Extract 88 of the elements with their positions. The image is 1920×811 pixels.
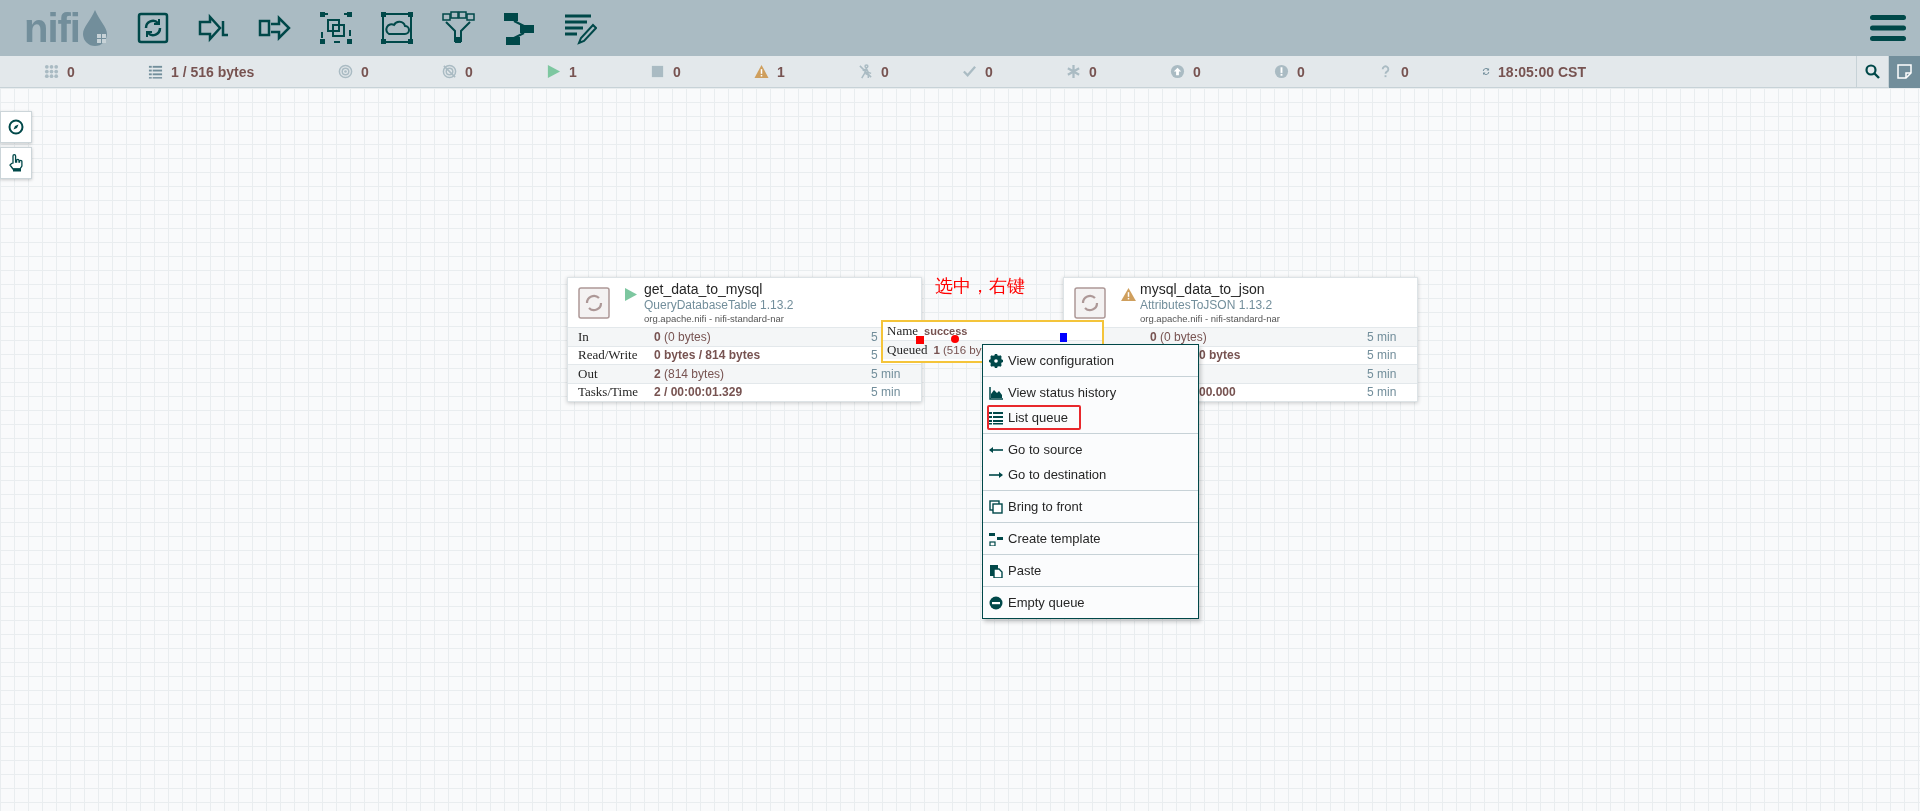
exclamation-circle-icon [1274, 64, 1289, 79]
funnel-icon[interactable] [441, 11, 475, 45]
status-count: 1 [777, 63, 785, 80]
stat-value: 0 bytes [1199, 348, 1241, 363]
processor-name: get_data_to_mysql [644, 281, 764, 298]
queued-count: 1 (516 by [933, 344, 982, 356]
status-count: 0 [1401, 63, 1409, 80]
cloud-frame-icon[interactable] [380, 11, 414, 45]
status-count: 0 [881, 63, 889, 80]
list-icon [989, 410, 1003, 425]
status-count: 0 [67, 63, 75, 80]
stat-label: Tasks/Time [578, 384, 638, 400]
check-icon [962, 64, 977, 79]
processor-type: QueryDatabaseTable 1.13.2 [644, 298, 794, 312]
stop-icon [650, 64, 665, 79]
stat-time: 5 min [871, 385, 901, 400]
list-icon [148, 64, 163, 79]
search-icon [1865, 64, 1880, 79]
crossed-figure-icon [858, 64, 873, 79]
squares-frame-icon[interactable] [319, 11, 353, 45]
status-count: 1 / 516 bytes [171, 63, 255, 80]
overlapping-squares-icon [989, 499, 1003, 514]
minus-circle-icon [989, 595, 1003, 610]
menu-item[interactable]: Go to source [983, 437, 1198, 462]
connection-name: success [924, 325, 968, 337]
dot-grid-icon [44, 64, 59, 79]
circular-arrows-icon[interactable] [136, 11, 170, 45]
processor-type: AttributesToJSON 1.13.2 [1140, 298, 1274, 312]
warning-icon [754, 64, 769, 79]
play-icon [546, 64, 561, 79]
stat-time: 5 min [1367, 329, 1397, 344]
circular-arrows-icon [578, 287, 610, 319]
menu-item[interactable]: Create template [983, 526, 1198, 551]
status-count: 0 [1193, 63, 1201, 80]
status-count: 0 [1297, 63, 1305, 80]
operate-button[interactable] [0, 147, 32, 179]
stat-time: 5 min [1367, 385, 1397, 400]
paste-icon [989, 563, 1003, 578]
status-count: 0 [361, 63, 369, 80]
menu-item[interactable]: List queue [987, 405, 1081, 430]
stat-value: 0 bytes / 814 bytes [654, 348, 761, 363]
status-count: 0 [1089, 63, 1097, 80]
annotation-text: 选中，右键 [935, 274, 1025, 298]
bend-point-handle[interactable] [951, 335, 959, 343]
stat-time: 5 min [1367, 348, 1397, 363]
processor-name: mysql_data_to_json [1140, 281, 1266, 298]
stat-label: In [578, 328, 589, 344]
endpoint-handle[interactable] [1060, 333, 1067, 342]
pointer-hand-icon [8, 154, 24, 172]
status-count: 0 [465, 63, 473, 80]
crossed-target-icon [442, 64, 457, 79]
navigate-button[interactable] [0, 111, 32, 143]
processor-bundle: org.apache.nifi - nifi-standard-nar [644, 312, 785, 325]
status-count: 0 [673, 63, 681, 80]
stat-value: 00.000 [1199, 385, 1236, 400]
stat-value: 2 (814 bytes) [654, 366, 725, 381]
stat-label: Read/Write [578, 347, 638, 363]
menu-item[interactable]: Paste [983, 558, 1198, 583]
stat-time: 5 min [1367, 366, 1397, 381]
stat-time: 5 [871, 329, 878, 344]
field-label: Name [887, 323, 919, 339]
compass-icon [8, 119, 24, 135]
circular-arrows-icon [1074, 287, 1106, 319]
up-arrow-circle-icon [1170, 64, 1185, 79]
asterisk-icon [1066, 64, 1081, 79]
endpoint-handle[interactable] [916, 336, 924, 344]
processor-bundle: org.apache.nifi - nifi-standard-nar [1140, 312, 1280, 325]
area-chart-icon [989, 385, 1003, 400]
stat-label: Out [578, 365, 598, 381]
status-count: 1 [569, 63, 577, 80]
blocks-icon [989, 531, 1003, 546]
stat-time: 5 min [871, 366, 901, 381]
stat-value: 2 / 00:00:01.329 [654, 385, 743, 400]
stat-time: 5 [871, 348, 878, 363]
status-count: 18:05:00 CST [1498, 63, 1586, 80]
menu-item[interactable]: Bring to front [983, 494, 1198, 519]
gear-icon [989, 353, 1003, 368]
menu-icon[interactable] [1870, 15, 1906, 41]
logo-text: nifi [24, 8, 80, 48]
stat-value: 0 (0 bytes) [1150, 329, 1207, 344]
stat-value: 0 (0 bytes) [654, 329, 711, 344]
target-icon [338, 64, 353, 79]
note-icon [1897, 64, 1912, 79]
drop-icon [82, 10, 108, 46]
flow-blocks-icon[interactable] [502, 11, 536, 45]
menu-item[interactable]: Go to destination [983, 462, 1198, 487]
status-count: 0 [985, 63, 993, 80]
menu-item[interactable]: Empty queue [983, 590, 1198, 615]
